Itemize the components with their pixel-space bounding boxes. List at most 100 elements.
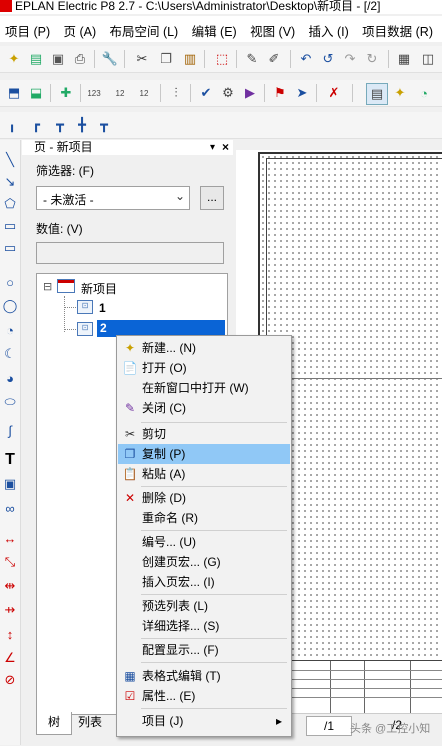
open-page-icon[interactable]: ◔ [414,83,434,103]
page-1-icon: ⊡ [77,300,93,314]
menu-item-cut[interactable]: ✂ 剪切 [118,424,290,444]
redo-icon[interactable]: ↷ [340,49,360,69]
paste-icon: 📋 [122,467,138,481]
filter-select[interactable]: - 未激活 - ⌄ [36,186,190,210]
cut-icon[interactable]: ✂ [132,49,152,69]
page-overview-icon[interactable]: ⬓ [26,83,46,103]
window-split-icon[interactable]: ◫ [418,49,438,69]
menu-item-rename[interactable]: 重命名 (R) [118,508,290,528]
menu-page[interactable]: 页 (A) [58,16,101,40]
menu-item-numbering[interactable]: 编号... (U) [118,532,290,552]
numbering-12-icon[interactable]: 12 [110,83,130,103]
undo-icon[interactable]: ↶ [296,49,316,69]
window-layout-icon[interactable]: ▦ [394,49,414,69]
menu-project[interactable]: 项目 (P) [0,16,55,40]
filter-more-button[interactable]: ... [200,186,224,210]
dimension-chain-icon[interactable]: ⇹ [0,576,20,596]
puzzle-icon[interactable]: ✚ [56,83,76,103]
image-icon[interactable]: ▣ [0,474,20,494]
ellipse-icon[interactable]: ⬭ [0,392,20,412]
panel-title: 页 - 新项目 [34,140,93,154]
menu-item-open[interactable]: 📄 打开 (O) [118,358,290,378]
arc2-icon[interactable]: ☾ [0,344,20,364]
menu-item-new[interactable]: ✦ 新建... (N) [118,338,290,358]
t-junction-icon[interactable]: ┳ [94,115,114,135]
menu-item-create-page-macro[interactable]: 创建页宏... (G) [118,552,290,572]
wrench-icon[interactable]: 🔧 [100,49,120,69]
copy-icon[interactable]: ❐ [156,49,176,69]
circle-icon[interactable]: ○ [0,272,20,292]
check-icon[interactable]: ✔ [196,83,216,103]
menu-layout-space[interactable]: 布局空间 (L) [104,16,183,40]
cross-icon[interactable]: ╋ [72,115,92,135]
paste-icon[interactable]: ▥ [180,49,200,69]
tree-page-1[interactable]: 1 [99,301,106,315]
circle-center-icon[interactable]: ◯ [0,296,20,316]
radius-dimension-icon[interactable]: ⊘ [0,670,20,690]
numbering-123-icon[interactable]: 123 [84,83,104,103]
tab-tree[interactable]: 树 [36,712,72,735]
dimension-aligned-icon[interactable]: ⤡ [0,552,20,572]
value-label: 数值: (V) [36,222,83,236]
menu-item-close[interactable]: ✎ 关闭 (C) [118,398,290,418]
menu-project-data[interactable]: 项目数据 (R) [357,16,438,40]
rectangle-icon[interactable]: ▭ [0,216,20,236]
menu-item-delete[interactable]: ✕ 删除 (D) [118,488,290,508]
polyline-icon[interactable]: ↘ [0,172,20,192]
corner-top-left-icon[interactable]: ┏ [26,115,46,135]
spline-icon[interactable]: ∫ [0,420,20,440]
dimension-base-icon[interactable]: ⇸ [0,600,20,620]
menu-item-open-new-window[interactable]: 在新窗口中打开 (W) [118,378,290,398]
arc-icon[interactable]: ◔ [0,320,20,340]
t-down-icon[interactable]: ┳ [50,115,70,135]
remove-icon[interactable]: ✗ [324,83,344,103]
tab-list[interactable]: 列表 [72,712,108,734]
undo-list-icon[interactable]: ↺ [318,49,338,69]
page-tab-1[interactable]: /1 [306,716,352,736]
text-icon[interactable]: T [0,450,20,470]
open-project-icon[interactable]: ▤ [26,49,46,69]
tree-collapse-icon[interactable]: ⊟ [43,280,52,293]
redo-list-icon[interactable]: ↻ [362,49,382,69]
new-project-icon[interactable]: ✦ [4,49,24,69]
menu-item-properties[interactable]: ☑ 属性... (E) [118,686,290,706]
menu-view[interactable]: 视图 (V) [245,16,300,40]
page-properties-icon[interactable]: ▤ [366,83,388,105]
save-project-icon[interactable]: ▣ [48,49,68,69]
value-input[interactable] [36,242,224,264]
line-icon[interactable]: ╲ [0,150,20,170]
rectangle2-icon[interactable]: ▭ [0,238,20,258]
delete-selection-icon[interactable]: ⬚ [212,49,232,69]
play-icon[interactable]: ▶ [240,83,260,103]
settings-icon[interactable]: ⚙ [218,83,238,103]
menu-item-preselection-list[interactable]: 预选列表 (L) [118,596,290,616]
hyperlink-icon[interactable]: ∞ [0,498,20,518]
graphics-icon[interactable]: ⫶ [166,83,186,103]
brush-icon[interactable]: ✐ [264,49,284,69]
arrow-icon[interactable]: ➤ [292,83,312,103]
new-page-icon[interactable]: ✦ [390,83,410,103]
marker-icon[interactable]: ⚑ [270,83,290,103]
connection-vertical-icon[interactable]: ╻ [2,115,22,135]
menu-item-project-submenu[interactable]: 项目 (J) ▸ [118,711,290,731]
polygon-icon[interactable]: ⬠ [0,194,20,214]
panel-close-icon[interactable]: × [222,140,229,155]
dimension-icon[interactable]: ↔ [0,528,20,548]
menu-item-table-edit[interactable]: ▦ 表格式编辑 (T) [118,666,290,686]
tree-root-label[interactable]: 新项目 [81,280,117,297]
menu-item-paste[interactable]: 📋 粘贴 (A) [118,464,290,484]
menu-item-insert-page-macro[interactable]: 插入页宏... (I) [118,572,290,592]
dimension-vertical-icon[interactable]: ↕ [0,624,20,644]
menu-item-copy[interactable]: ❐ 复制 (P) [118,444,290,464]
menu-edit[interactable]: 编辑 (E) [187,16,242,40]
menu-item-detailed-selection[interactable]: 详细选择... (S) [118,616,290,636]
page-navigator-icon[interactable]: ⬒ [4,83,24,103]
ellipse-arc-icon[interactable]: ◕ [0,368,20,388]
format-brush-icon[interactable]: ✎ [242,49,262,69]
menu-insert[interactable]: 插入 (I) [304,16,354,40]
angle-dimension-icon[interactable]: ∠ [0,648,20,668]
print-icon[interactable]: ⎙ [70,49,90,69]
menu-item-configure-display[interactable]: 配置显示... (F) [118,640,290,660]
panel-pin-icon[interactable]: ▾ [210,140,215,155]
numbering-12b-icon[interactable]: 12 [134,83,154,103]
